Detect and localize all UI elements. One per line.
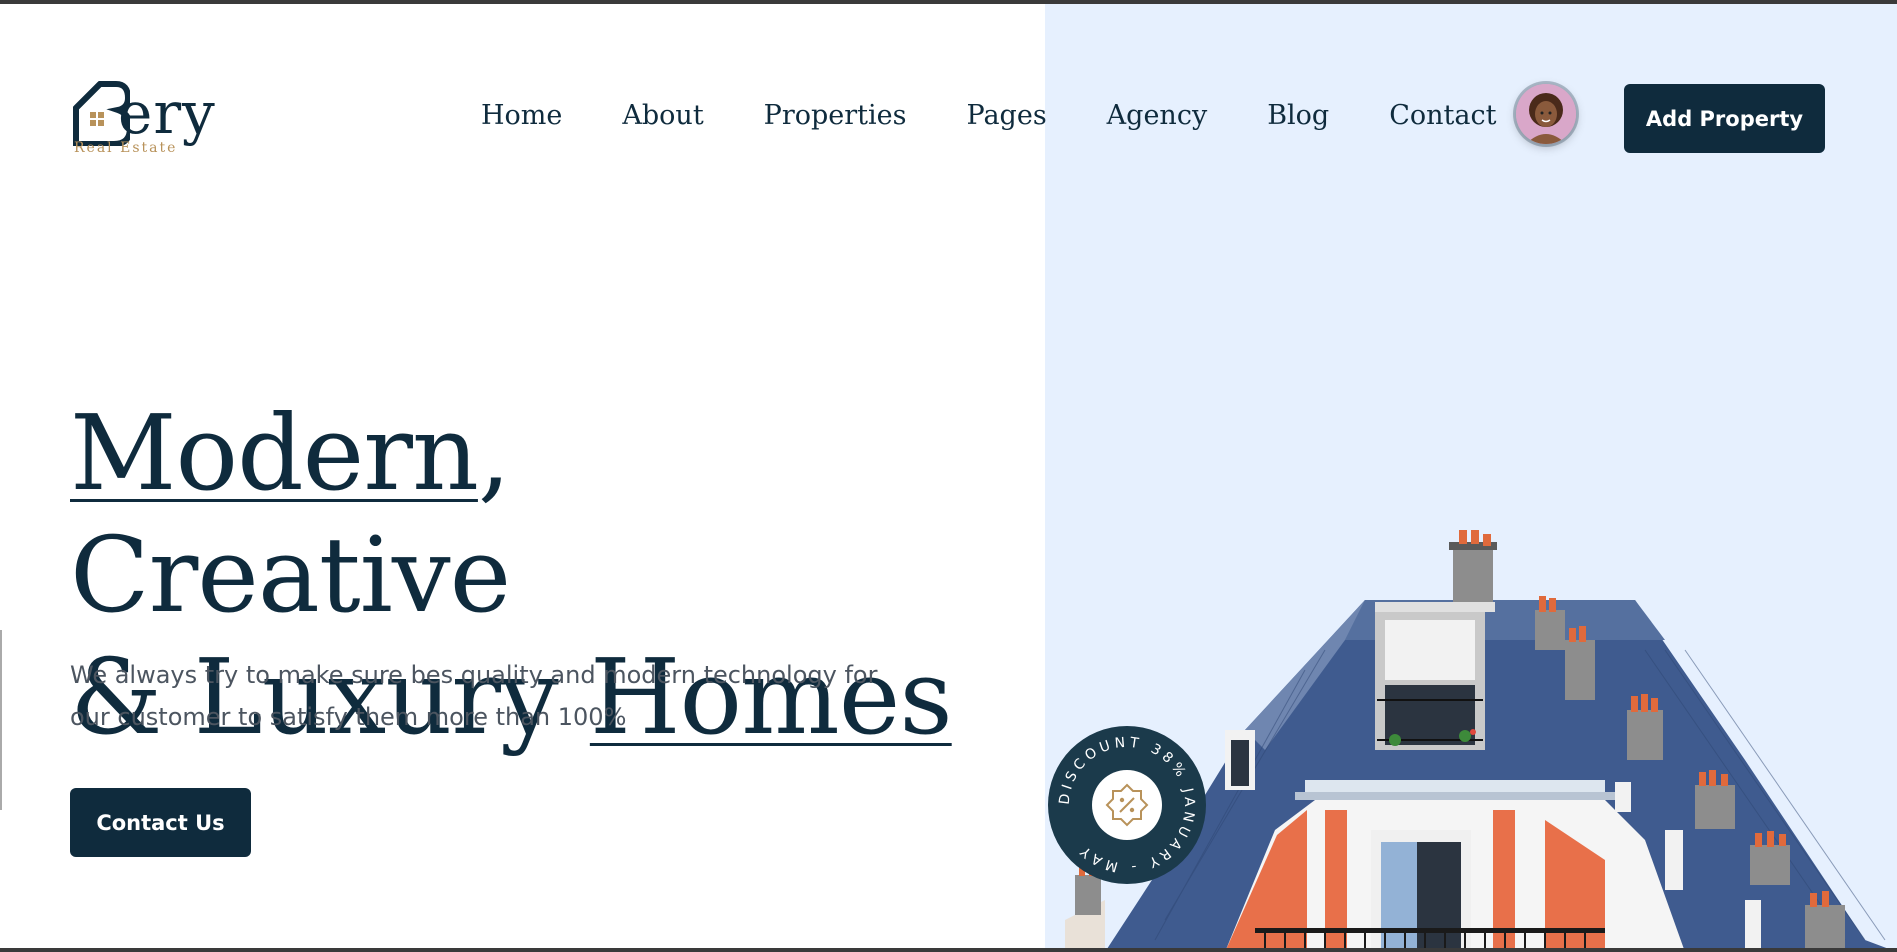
nav-item-contact[interactable]: Contact <box>1389 100 1496 136</box>
brand-tagline: Real Estate <box>74 140 178 156</box>
hero-title-modern: Modern <box>70 392 479 514</box>
avatar-portrait-icon <box>1516 84 1576 144</box>
brand-logo[interactable]: ery Real Estate <box>70 78 240 158</box>
left-edge-artifact <box>0 630 2 810</box>
main-nav: Home About Properties Pages Agency Blog … <box>481 100 1556 136</box>
user-avatar[interactable] <box>1516 84 1576 144</box>
nav-item-about[interactable]: About <box>622 100 703 136</box>
brand-name: ery <box>118 79 216 147</box>
nav-item-pages[interactable]: Pages <box>967 100 1047 136</box>
hero-subtitle: We always try to make sure bes quality a… <box>70 661 878 731</box>
add-property-button[interactable]: Add Property <box>1624 84 1825 153</box>
nav-item-blog[interactable]: Blog <box>1267 100 1329 136</box>
nav-item-home[interactable]: Home <box>481 100 562 136</box>
nav-item-properties[interactable]: Properties <box>764 100 907 136</box>
window-bottom-border <box>0 948 1897 952</box>
contact-us-button[interactable]: Contact Us <box>70 788 251 857</box>
nav-item-agency[interactable]: Agency <box>1107 100 1208 136</box>
discount-badge[interactable]: DISCOUNT 38% JANUARY - MAY <box>1048 726 1206 884</box>
